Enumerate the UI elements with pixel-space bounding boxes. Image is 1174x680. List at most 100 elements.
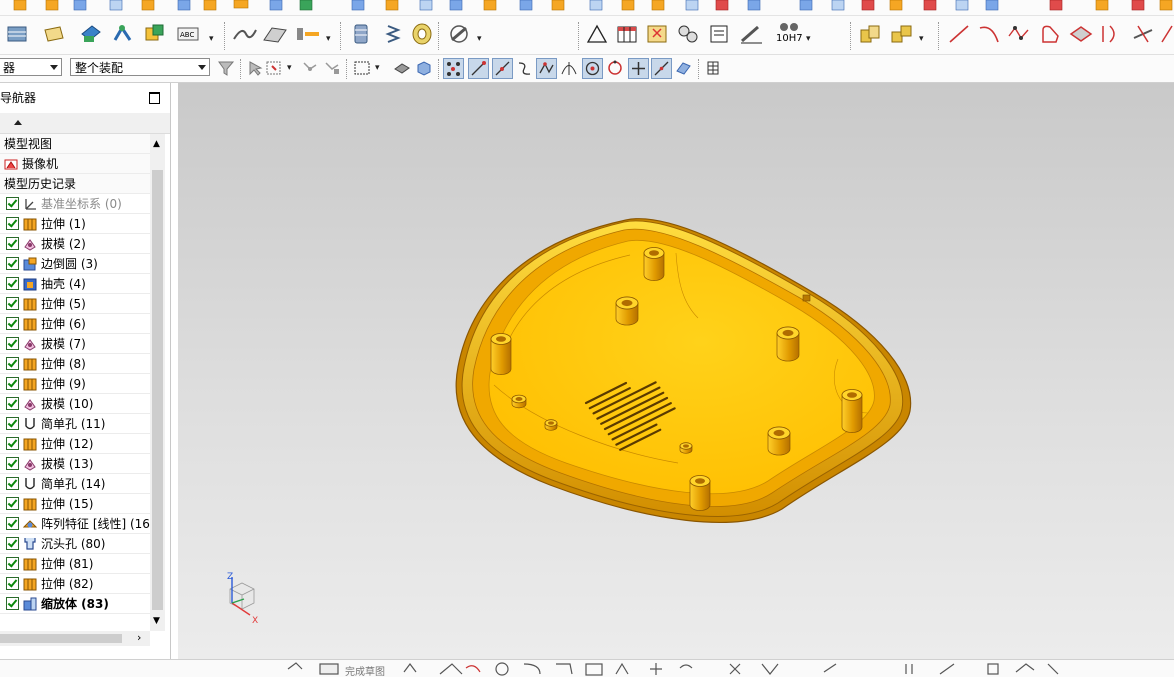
offset-curve-icon[interactable] bbox=[1098, 22, 1124, 46]
visibility-checkbox[interactable] bbox=[6, 217, 19, 230]
surface-edge-icon[interactable] bbox=[1068, 22, 1094, 46]
snap-existing-point-icon[interactable] bbox=[628, 58, 649, 79]
feature-tree-row[interactable]: 拉伸 (6) bbox=[0, 314, 150, 334]
feature-tree-row[interactable]: 简单孔 (11) bbox=[0, 414, 150, 434]
document-icon[interactable] bbox=[707, 23, 731, 45]
view-shaded-icon[interactable] bbox=[392, 59, 412, 77]
feature-tree-row[interactable]: 拉伸 (8) bbox=[0, 354, 150, 374]
visibility-checkbox[interactable] bbox=[6, 537, 19, 550]
feature-tree-row[interactable]: 抽壳 (4) bbox=[0, 274, 150, 294]
visibility-checkbox[interactable] bbox=[6, 257, 19, 270]
feature-tree-row[interactable]: 简单孔 (14) bbox=[0, 474, 150, 494]
scroll-down-icon[interactable]: ▼ bbox=[153, 616, 160, 626]
feature-tree-row[interactable]: 拉伸 (15) bbox=[0, 494, 150, 514]
feature-tree-row[interactable]: 基准坐标系 (0) bbox=[0, 194, 150, 214]
tolerance-fit-icon[interactable]: 10H7 bbox=[776, 21, 803, 45]
tree-group-model-views[interactable]: 模型视图 bbox=[0, 134, 150, 154]
sort-header[interactable] bbox=[0, 113, 170, 134]
snap-points-icon[interactable] bbox=[443, 58, 464, 79]
feature-tree-row[interactable]: 拉伸 (9) bbox=[0, 374, 150, 394]
part-model[interactable] bbox=[178, 83, 1174, 659]
assembly-constraint-icon[interactable] bbox=[110, 22, 136, 46]
chevron-down-icon[interactable]: ▾ bbox=[806, 34, 811, 44]
snap-grid-icon[interactable] bbox=[704, 59, 722, 77]
feature-tree-row[interactable]: 拔模 (13) bbox=[0, 454, 150, 474]
abc-text-icon[interactable]: ABC bbox=[176, 22, 204, 46]
view-cube-icon[interactable] bbox=[414, 59, 434, 77]
triangle-icon[interactable] bbox=[585, 23, 609, 45]
measure-icon[interactable] bbox=[294, 24, 322, 44]
visibility-checkbox[interactable] bbox=[6, 197, 19, 210]
feature-tree-row[interactable]: 拉伸 (81) bbox=[0, 554, 150, 574]
component-icon[interactable] bbox=[142, 22, 168, 46]
visibility-checkbox[interactable] bbox=[6, 357, 19, 370]
curve-shape-icon[interactable] bbox=[1038, 22, 1064, 46]
visibility-checkbox[interactable] bbox=[6, 297, 19, 310]
chevron-down-icon[interactable]: ▾ bbox=[326, 34, 331, 44]
rectangle-select-icon[interactable] bbox=[352, 59, 372, 77]
visibility-checkbox[interactable] bbox=[6, 397, 19, 410]
visibility-checkbox[interactable] bbox=[6, 277, 19, 290]
feature-tree-row[interactable]: 沉头孔 (80) bbox=[0, 534, 150, 554]
assembly-move-icon[interactable] bbox=[78, 22, 104, 46]
feature-tree-row[interactable]: 拔模 (10) bbox=[0, 394, 150, 414]
vertical-scrollbar[interactable]: ▲ ▼ bbox=[150, 134, 165, 631]
table-icon[interactable] bbox=[615, 23, 639, 45]
feature-tree-row[interactable]: 拉伸 (5) bbox=[0, 294, 150, 314]
spline-icon[interactable] bbox=[1006, 22, 1032, 46]
snap-control-point-icon[interactable] bbox=[536, 58, 557, 79]
select-box-icon[interactable] bbox=[264, 59, 284, 77]
dimension-brush-icon[interactable] bbox=[738, 23, 764, 45]
visibility-checkbox[interactable] bbox=[6, 557, 19, 570]
surface-icon[interactable] bbox=[232, 24, 258, 44]
snap-curve-icon[interactable] bbox=[515, 59, 533, 77]
visibility-checkbox[interactable] bbox=[6, 317, 19, 330]
tree-group-camera[interactable]: 摄像机 bbox=[0, 154, 150, 174]
chevron-down-icon[interactable]: ▾ bbox=[919, 34, 924, 44]
grid-sketch-icon[interactable] bbox=[645, 23, 669, 45]
ribbon-top-icons[interactable] bbox=[0, 0, 1174, 15]
feature-tree-row[interactable]: 阵列特征 [线性] (16) bbox=[0, 514, 150, 534]
arc-icon[interactable] bbox=[976, 22, 1002, 46]
notes-icon[interactable] bbox=[42, 24, 66, 44]
visibility-checkbox[interactable] bbox=[6, 497, 19, 510]
line-icon[interactable] bbox=[946, 22, 972, 46]
visibility-checkbox[interactable] bbox=[6, 457, 19, 470]
snap-intersection-icon[interactable] bbox=[560, 59, 578, 77]
feature-tree-row[interactable]: 拉伸 (12) bbox=[0, 434, 150, 454]
snap-endpoint-icon[interactable] bbox=[468, 58, 489, 79]
gears-icon[interactable] bbox=[676, 23, 700, 45]
visibility-checkbox[interactable] bbox=[6, 417, 19, 430]
scroll-thumb[interactable] bbox=[152, 170, 163, 610]
snap-arc-center-icon[interactable] bbox=[582, 58, 603, 79]
visibility-checkbox[interactable] bbox=[6, 337, 19, 350]
visibility-checkbox[interactable] bbox=[6, 377, 19, 390]
filter-reset-icon[interactable] bbox=[216, 59, 236, 77]
no-tool-icon[interactable] bbox=[446, 22, 472, 46]
graphics-viewport[interactable]: Z X bbox=[178, 83, 1174, 659]
select-arrow-icon[interactable] bbox=[246, 59, 266, 77]
maximize-panel-button[interactable] bbox=[149, 92, 160, 104]
visibility-checkbox[interactable] bbox=[6, 237, 19, 250]
horizontal-scrollbar[interactable]: › bbox=[0, 631, 150, 646]
visibility-checkbox[interactable] bbox=[6, 577, 19, 590]
snap-quadrant-icon[interactable] bbox=[606, 59, 624, 77]
snap-midpoint-icon[interactable] bbox=[492, 58, 513, 79]
type-filter-combo[interactable]: 器 bbox=[0, 58, 62, 76]
finish-sketch-label[interactable]: 完成草图 bbox=[345, 665, 385, 678]
scroll-right-icon[interactable]: › bbox=[137, 631, 141, 644]
snap-point-on-curve-icon[interactable] bbox=[651, 58, 672, 79]
visibility-checkbox[interactable] bbox=[6, 597, 19, 610]
surface-patch-icon[interactable] bbox=[262, 24, 288, 44]
chevron-down-icon[interactable]: ▾ bbox=[209, 34, 214, 44]
visibility-checkbox[interactable] bbox=[6, 477, 19, 490]
spring-icon[interactable] bbox=[382, 22, 404, 46]
blocks-icon[interactable] bbox=[858, 22, 884, 46]
select-chain-icon[interactable] bbox=[300, 59, 320, 77]
selection-scope-combo[interactable]: 整个装配 bbox=[70, 58, 210, 76]
tree-group-history[interactable]: 模型历史记录 bbox=[0, 174, 150, 194]
bearing-icon[interactable] bbox=[410, 22, 434, 46]
chevron-down-icon[interactable]: ▾ bbox=[477, 34, 482, 44]
scroll-up-icon[interactable]: ▲ bbox=[153, 139, 160, 149]
snap-surface-icon[interactable] bbox=[674, 59, 692, 77]
